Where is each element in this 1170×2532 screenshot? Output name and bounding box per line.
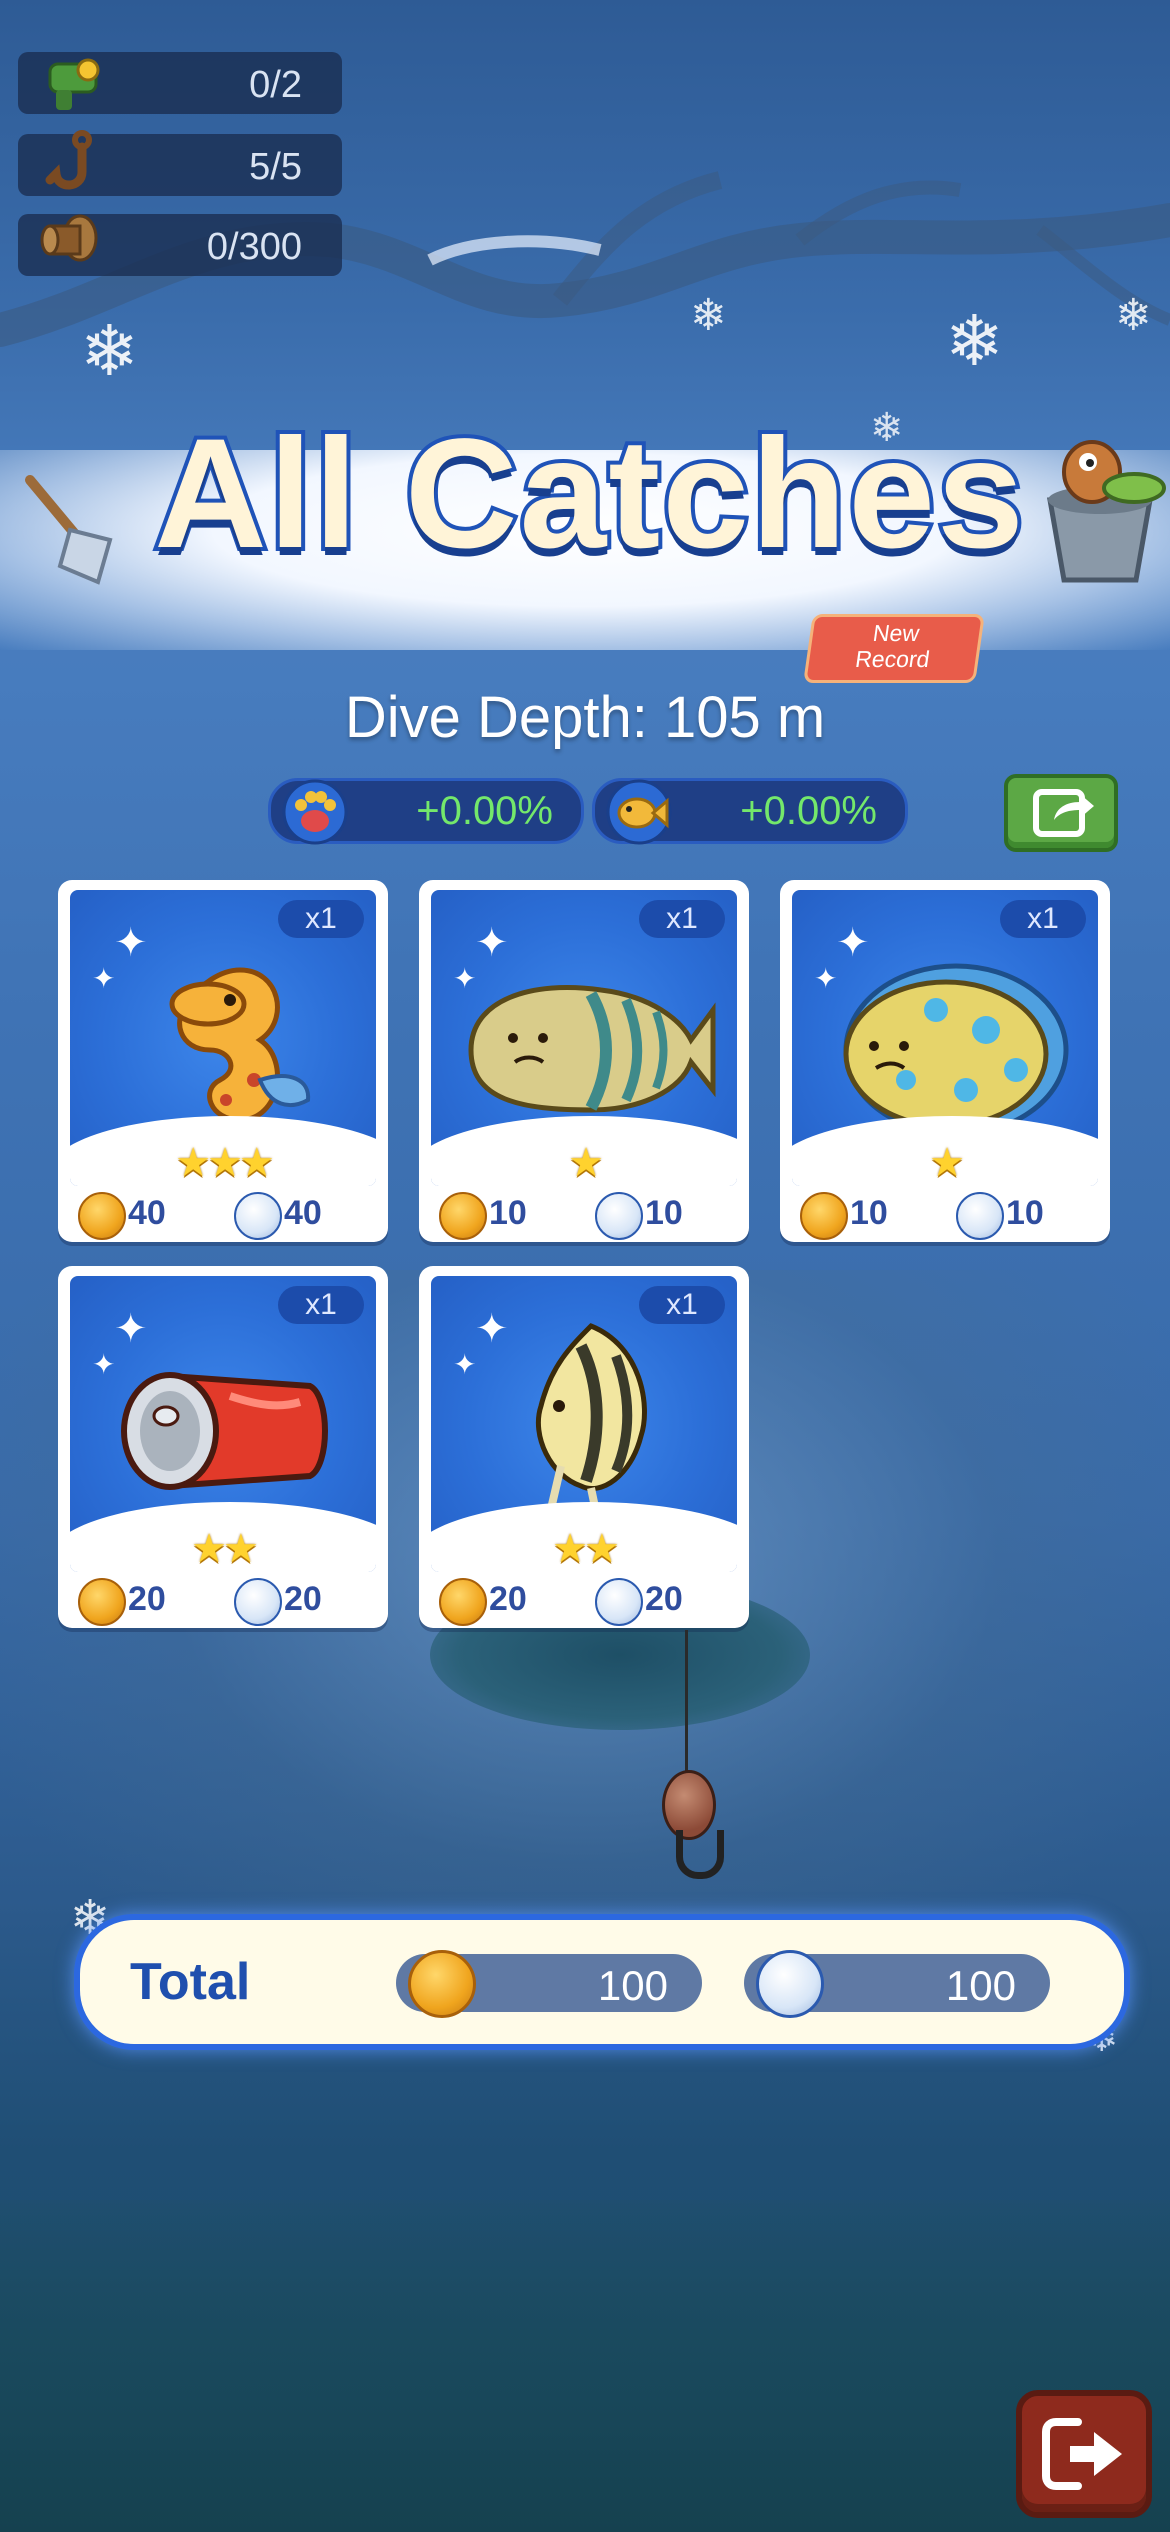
total-coins: 100	[396, 1950, 702, 2018]
catch-quantity: x1	[278, 900, 364, 938]
fish-bucket-icon	[1047, 440, 1166, 583]
new-record-badge: New Record	[803, 614, 985, 683]
coin-icon	[78, 1192, 126, 1240]
coin-reward: 40	[128, 1194, 166, 1232]
exit-icon	[1042, 2418, 1122, 2490]
bonus-paw: +0.00%	[268, 778, 584, 845]
share-button[interactable]	[1004, 774, 1118, 852]
badge-line-2: Record	[853, 646, 932, 672]
coin-reward: 20	[489, 1580, 527, 1618]
coin-icon	[78, 1578, 126, 1626]
sparkle-icon: ✦	[92, 962, 116, 995]
fish-token-icon	[956, 1192, 1004, 1240]
catch-card-striped-fish[interactable]: ✦ ✦ x1 ★ 10 10	[419, 880, 749, 1242]
badge-line-1: New	[871, 620, 922, 646]
rarity-stars: ★★	[552, 1526, 620, 1572]
resource-counter-bait: 0/2	[18, 52, 342, 114]
fishing-line	[685, 1630, 688, 1790]
fish-token-icon	[756, 1950, 824, 2018]
snowflake-icon: ❄	[80, 310, 139, 392]
catch-card-spotted-pufferfish[interactable]: ✦ ✦ x1 ★ 10 10	[780, 880, 1110, 1242]
resource-counter-hook: 5/5	[18, 130, 342, 196]
page-title: All Catches	[150, 403, 1028, 585]
sparkle-icon: ✦	[453, 1348, 477, 1381]
catch-card-seahorse[interactable]: ✦ ✦ x1 ★★★ 40 40	[58, 880, 388, 1242]
fishing-hook-icon	[676, 1830, 724, 1879]
token-reward: 20	[284, 1580, 322, 1618]
coin-icon	[439, 1578, 487, 1626]
coin-reward: 10	[489, 1194, 527, 1232]
snowflake-icon: ❄	[945, 300, 1004, 382]
bait-count: 0/2	[249, 64, 302, 106]
rarity-stars: ★★	[191, 1526, 259, 1572]
token-reward: 40	[284, 1194, 322, 1232]
coin-icon	[408, 1950, 476, 2018]
token-reward: 10	[1006, 1194, 1044, 1232]
catch-card-soda-can[interactable]: ✦ ✦ x1 ★★ 20 20	[58, 1266, 388, 1628]
exit-button[interactable]	[1016, 2390, 1152, 2518]
token-reward: 20	[645, 1580, 683, 1618]
bonus-paw-value: +0.00%	[416, 789, 553, 833]
bonus-fish-value: +0.00%	[740, 789, 877, 833]
reel-count: 0/300	[206, 226, 302, 268]
catch-card-angelfish[interactable]: ✦ ✦ x1 ★★ 20 20	[419, 1266, 749, 1628]
hook-count: 5/5	[249, 146, 302, 188]
catch-quantity: x1	[639, 900, 725, 938]
shovel-icon	[25, 475, 113, 585]
resource-counter-reel: 0/300	[18, 214, 342, 276]
total-coins-value: 100	[597, 1962, 668, 2009]
rarity-stars: ★	[929, 1140, 965, 1186]
bonus-fish: +0.00%	[592, 778, 908, 845]
total-bar: Total 100 100	[74, 1914, 1130, 2050]
bait-icon	[48, 58, 100, 110]
deep-water	[0, 2200, 1170, 2532]
fish-token-icon	[595, 1578, 643, 1626]
reel-icon	[40, 214, 98, 262]
hook-icon	[45, 130, 92, 190]
token-reward: 10	[645, 1194, 683, 1232]
fish-bonus-icon	[606, 779, 672, 845]
snowflake-icon: ❄	[690, 290, 727, 341]
total-tokens-value: 100	[945, 1962, 1016, 2009]
dive-depth: Dive Depth: 105 m	[344, 685, 826, 750]
catch-quantity: x1	[1000, 900, 1086, 938]
fish-token-icon	[234, 1578, 282, 1626]
total-tokens: 100	[744, 1950, 1050, 2018]
coin-icon	[439, 1192, 487, 1240]
rarity-stars: ★	[568, 1140, 604, 1186]
fish-token-icon	[234, 1192, 282, 1240]
soda-can-icon	[121, 1372, 328, 1490]
share-icon	[1033, 789, 1094, 837]
fish-token-icon	[595, 1192, 643, 1240]
coin-reward: 20	[128, 1580, 166, 1618]
snowflake-icon: ❄	[1115, 290, 1152, 341]
coin-reward: 10	[850, 1194, 888, 1232]
coin-icon	[800, 1192, 848, 1240]
rarity-stars: ★★★	[175, 1140, 275, 1186]
total-label: Total	[130, 1953, 251, 2011]
paw-bonus-icon	[282, 779, 348, 845]
catch-quantity: x1	[278, 1286, 364, 1324]
catch-quantity: x1	[639, 1286, 725, 1324]
